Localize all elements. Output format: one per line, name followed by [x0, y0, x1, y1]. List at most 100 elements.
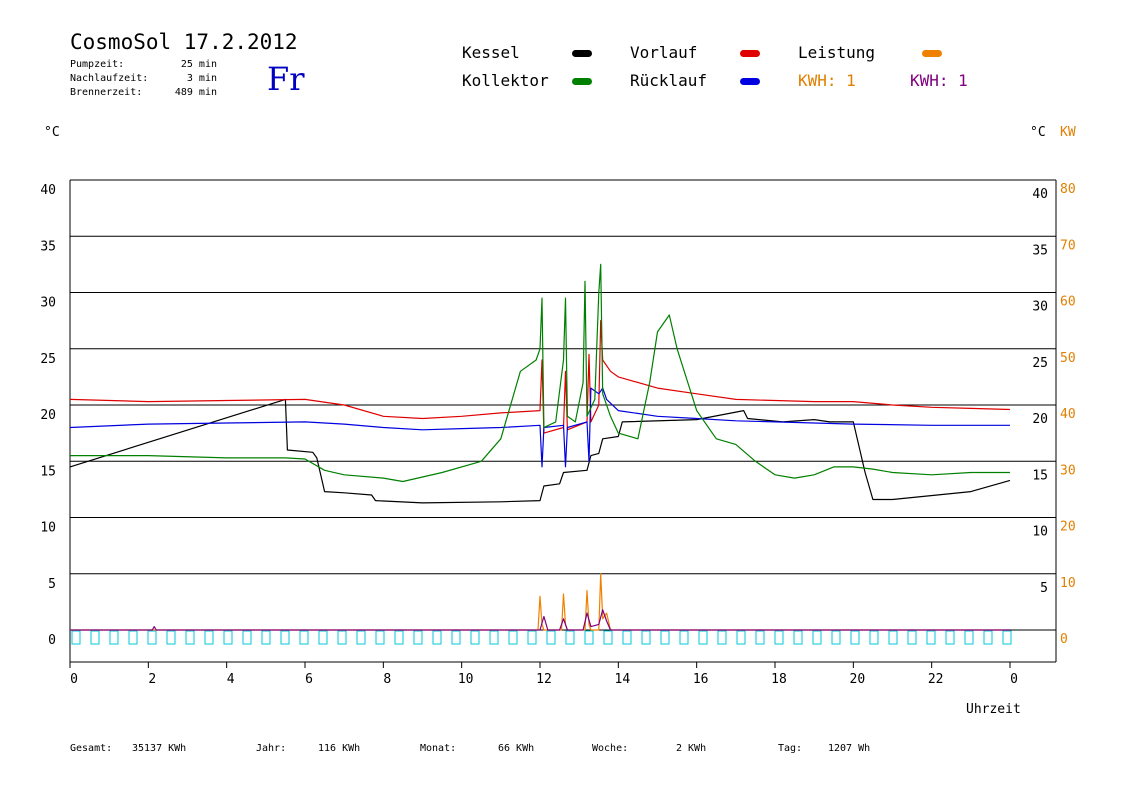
pump-state-mark — [356, 630, 366, 645]
y-right-tick-label: 20 — [1032, 412, 1048, 427]
pump-state-mark — [926, 630, 936, 645]
footer-value-tag: 1207 Wh — [828, 743, 871, 754]
pump-state-mark — [660, 630, 670, 645]
pump-state-mark — [831, 630, 841, 645]
pump-state-mark — [432, 630, 442, 645]
footer-value-monat: 66 KWh — [498, 743, 535, 754]
y-right-tick-label: 5 — [1040, 581, 1048, 596]
y-right-tick-label: 30 — [1032, 300, 1048, 315]
footer-label-jahr: Jahr: — [256, 743, 287, 754]
pump-state-mark — [679, 630, 689, 645]
y-tick-label: 30 — [40, 296, 56, 311]
y-tick-label: 0 — [48, 633, 56, 648]
pump-state-mark — [128, 630, 138, 645]
pump-state-mark — [1002, 630, 1012, 645]
x-tick-label: 18 — [771, 672, 787, 687]
y-right-tick-label: 15 — [1032, 468, 1048, 483]
footer-label-woche: Woche: — [592, 743, 629, 754]
pump-state-mark — [812, 630, 822, 645]
pump-state-mark — [147, 630, 157, 645]
y-right-tick-label: 35 — [1032, 243, 1048, 258]
y-kw-tick-label: 70 — [1060, 238, 1076, 253]
pump-state-mark — [413, 630, 423, 645]
pump-state-mark — [90, 630, 100, 645]
pump-state-mark — [223, 630, 233, 645]
y-right-tick-label: 40 — [1032, 187, 1048, 202]
pump-state-mark — [166, 630, 176, 645]
y-tick-label: 15 — [40, 464, 56, 479]
footer-value-gesamt: 35137 KWh — [132, 743, 187, 754]
pump-state-mark — [204, 630, 214, 645]
y-kw-tick-label: 60 — [1060, 295, 1076, 310]
x-tick-label: 14 — [615, 672, 631, 687]
y-kw-tick-label: 0 — [1060, 632, 1068, 647]
pump-state-mark — [603, 630, 613, 645]
pump-state-mark — [546, 630, 556, 645]
pump-state-mark — [565, 630, 575, 645]
pump-state-mark — [850, 630, 860, 645]
pump-state-mark — [793, 630, 803, 645]
pump-state-mark — [717, 630, 727, 645]
y-kw-tick-label: 50 — [1060, 351, 1076, 366]
y-right-tick-label: 25 — [1032, 356, 1048, 371]
y-kw-tick-label: 10 — [1060, 576, 1076, 591]
pump-state-mark — [109, 630, 119, 645]
pump-state-mark — [71, 630, 81, 645]
footer-value-jahr: 116 KWh — [318, 743, 361, 754]
series-line-kollektor — [70, 263, 1010, 483]
y-kw-tick-label: 30 — [1060, 463, 1076, 478]
footer-label-monat: Monat: — [420, 743, 457, 754]
pump-state-mark — [451, 630, 461, 645]
y-tick-label: 5 — [48, 577, 56, 592]
x-tick-label: 22 — [928, 672, 944, 687]
x-tick-label: 0 — [70, 672, 78, 687]
y-right-tick-label: 10 — [1032, 525, 1048, 540]
pump-state-mark — [318, 630, 328, 645]
y-tick-label: 20 — [40, 408, 56, 423]
x-tick-label: 4 — [227, 672, 235, 687]
pump-state-mark — [508, 630, 518, 645]
y-tick-label: 25 — [40, 352, 56, 367]
y-kw-tick-label: 20 — [1060, 520, 1076, 535]
pump-state-mark — [755, 630, 765, 645]
pump-state-mark — [470, 630, 480, 645]
pump-state-mark — [489, 630, 499, 645]
pump-state-mark — [964, 630, 974, 645]
pump-state-mark — [299, 630, 309, 645]
series-line-leistung — [70, 573, 1010, 631]
x-tick-label: 6 — [305, 672, 313, 687]
pump-state-mark — [698, 630, 708, 645]
series-line-kessel — [69, 398, 1011, 504]
footer-label-gesamt: Gesamt: — [70, 743, 113, 754]
pump-state-mark — [261, 630, 271, 645]
pump-state-mark — [527, 630, 537, 645]
x-tick-label: 10 — [458, 672, 474, 687]
x-tick-label: 0 — [1010, 672, 1018, 687]
pump-state-mark — [774, 630, 784, 645]
series-line-kwh — [70, 609, 1010, 631]
pump-state-mark — [622, 630, 632, 645]
pump-state-mark — [242, 630, 252, 645]
pump-state-mark — [736, 630, 746, 645]
pump-state-mark — [185, 630, 195, 645]
pump-state-mark — [584, 630, 594, 645]
y-kw-tick-label: 40 — [1060, 407, 1076, 422]
x-tick-label: 16 — [693, 672, 709, 687]
temperature-chart: 0510152025303540510152025303540010203040… — [40, 179, 1076, 687]
pump-state-mark — [337, 630, 347, 645]
x-tick-label: 8 — [383, 672, 391, 687]
pump-state-mark — [394, 630, 404, 645]
footer-label-tag: Tag: — [778, 743, 803, 754]
y-tick-label: 40 — [40, 183, 56, 198]
pump-state-mark — [280, 630, 290, 645]
x-tick-label: 20 — [850, 672, 866, 687]
x-tick-label: 2 — [148, 672, 156, 687]
pump-state-mark — [945, 630, 955, 645]
pump-state-mark — [641, 630, 651, 645]
y-tick-label: 35 — [40, 239, 56, 254]
footer-value-woche: 2 KWh — [676, 743, 707, 754]
pump-state-mark — [888, 630, 898, 645]
y-kw-tick-label: 80 — [1060, 182, 1076, 197]
pump-state-mark — [983, 630, 993, 645]
pump-state-mark — [375, 630, 385, 645]
